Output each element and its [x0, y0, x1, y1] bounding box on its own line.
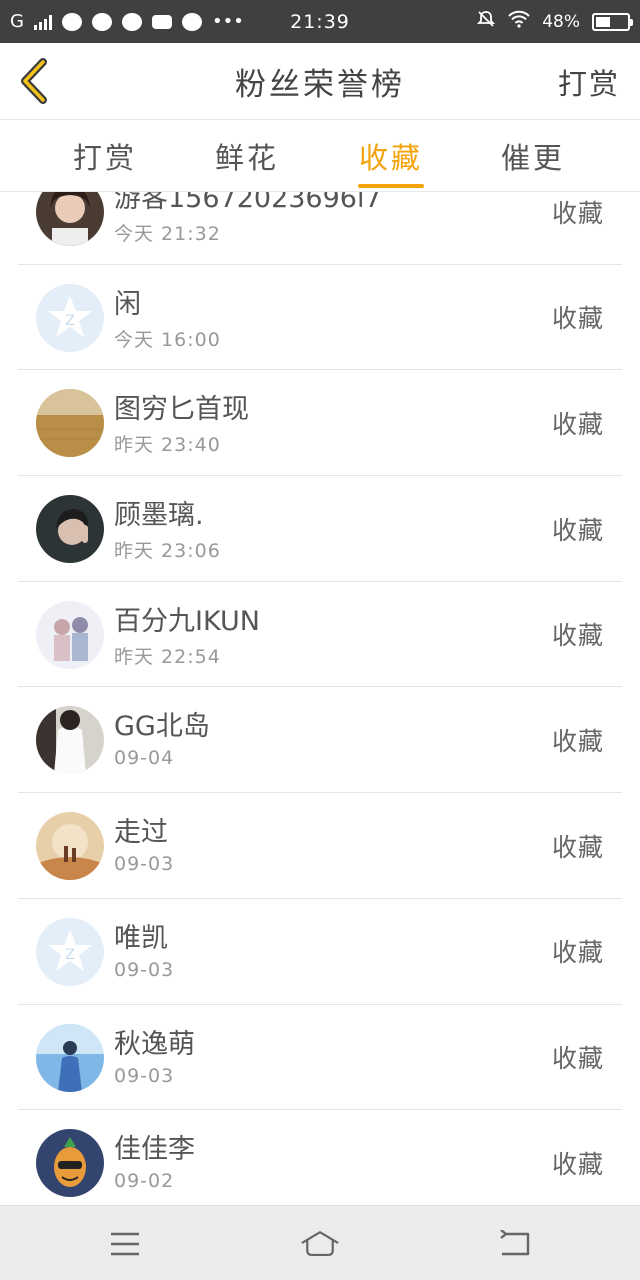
- return-icon: [500, 1230, 530, 1256]
- back-nav-button[interactable]: [495, 1224, 535, 1264]
- reward-button[interactable]: 打赏: [558, 43, 620, 120]
- user-name: 图穷匕首现: [114, 394, 249, 426]
- action-label: 收藏: [551, 1149, 604, 1179]
- battery-icon: [592, 12, 633, 31]
- action-label: 收藏: [551, 726, 604, 756]
- tab-bar: 打赏 鲜花 收藏 催更: [0, 120, 640, 192]
- avatar-image: Z: [36, 283, 104, 352]
- timestamp: 09-02: [114, 1170, 175, 1193]
- timestamp: 昨天 22:54: [114, 645, 221, 668]
- tab-flowers[interactable]: 鲜花: [192, 120, 302, 192]
- list-item[interactable]: Z 唯凯 09-03 收藏: [18, 899, 622, 1005]
- avatar-image: [36, 192, 104, 246]
- user-name: GG北岛: [114, 711, 210, 743]
- list-item[interactable]: GG北岛 09-04 收藏: [18, 687, 622, 794]
- timestamp: 昨天 23:06: [114, 540, 221, 563]
- avatar-image: [36, 1023, 104, 1092]
- tab-favorites[interactable]: 收藏: [336, 120, 446, 192]
- action-label: 收藏: [551, 198, 604, 228]
- avatar-image: [36, 495, 104, 564]
- fan-list[interactable]: 游客15672023696l7 今天 21:32 收藏 Z 闲今天 16:00 收藏 图穷匕…: [0, 192, 640, 1205]
- battery-percent: 48%: [542, 11, 580, 32]
- list-item[interactable]: 佳佳李 09-02 收藏: [18, 1110, 622, 1205]
- list-item[interactable]: 图穷匕首现昨天 23:40 收藏: [18, 370, 622, 477]
- user-name: 走过: [114, 817, 168, 849]
- wifi-icon: [508, 10, 530, 33]
- home-button[interactable]: [300, 1224, 340, 1264]
- svg-text:Z: Z: [65, 313, 75, 329]
- header: 粉丝荣誉榜 打赏: [0, 43, 640, 120]
- tab-label: 催更: [500, 141, 565, 175]
- user-name: 顾墨璃.: [114, 500, 204, 532]
- menu-button[interactable]: [105, 1224, 145, 1264]
- user-name: 佳佳李: [114, 1134, 195, 1166]
- timestamp: 今天 16:00: [114, 328, 221, 351]
- timestamp: 今天 21:32: [114, 223, 221, 245]
- avatar-image: [36, 1129, 104, 1198]
- action-label: 收藏: [551, 1044, 604, 1073]
- action-label: 收藏: [551, 621, 604, 651]
- action-label: 收藏: [551, 515, 604, 545]
- page-title: 粉丝荣誉榜: [235, 67, 405, 103]
- tab-reward[interactable]: 打赏: [50, 120, 160, 192]
- user-name: 唯凯: [114, 922, 168, 954]
- action-label: 收藏: [551, 832, 604, 862]
- home-icon: [301, 1231, 339, 1256]
- avatar[interactable]: [36, 495, 104, 564]
- avatar[interactable]: [36, 1129, 104, 1198]
- avatar[interactable]: [36, 192, 104, 246]
- mute-icon: [476, 9, 496, 34]
- avatar[interactable]: [36, 1023, 104, 1092]
- system-nav-bar: [0, 1205, 640, 1280]
- list-item[interactable]: Z 闲今天 16:00 收藏: [18, 265, 622, 371]
- action-label: 收藏: [551, 938, 604, 968]
- user-name: 游客15672023696l7: [114, 192, 382, 214]
- list-item[interactable]: 游客15672023696l7 今天 21:32 收藏: [18, 192, 622, 265]
- avatar[interactable]: Z: [36, 917, 104, 986]
- list-item[interactable]: 百分九IKUN 昨天 22:54 收藏: [18, 582, 622, 688]
- battery-fill: [596, 16, 611, 27]
- timestamp: 09-03: [114, 958, 175, 981]
- status-bar: G ••• 21:39 48%: [0, 0, 640, 43]
- list-item[interactable]: 秋逸萌 09-03 收藏: [18, 1005, 622, 1111]
- avatar[interactable]: [36, 600, 104, 669]
- timestamp: 昨天 23:40: [114, 434, 221, 457]
- tab-label: 收藏: [358, 141, 423, 175]
- action-label: 收藏: [551, 304, 604, 334]
- avatar[interactable]: [36, 389, 104, 458]
- action-label: 收藏: [551, 409, 604, 439]
- list-item[interactable]: 顾墨璃. 昨天 23:06 收藏: [18, 476, 622, 582]
- user-name: 百分九IKUN: [114, 605, 260, 637]
- user-name: 闲: [114, 288, 141, 320]
- tab-label: 打赏: [72, 141, 137, 175]
- tab-label: 鲜花: [214, 141, 279, 175]
- timestamp: 09-03: [114, 853, 175, 876]
- timestamp: 09-03: [114, 1064, 175, 1087]
- timestamp: 09-04: [114, 747, 175, 770]
- list-item[interactable]: 走过 09-03 收藏: [18, 793, 622, 899]
- avatar[interactable]: [36, 812, 104, 881]
- avatar-image: [36, 600, 104, 669]
- avatar[interactable]: [36, 706, 104, 775]
- avatar-image: Z: [36, 917, 104, 986]
- user-name: 秋逸萌: [114, 1028, 195, 1060]
- avatar[interactable]: Z: [36, 283, 104, 352]
- fan-list-rows: 游客15672023696l7 今天 21:32 收藏 Z 闲今天 16:00 收藏 图穷匕…: [0, 192, 640, 1205]
- status-bar-right: 48%: [476, 0, 633, 43]
- avatar-image: [36, 389, 104, 458]
- svg-text:Z: Z: [65, 947, 75, 963]
- avatar-image: [36, 812, 104, 881]
- menu-icon: [111, 1232, 139, 1256]
- avatar-image: [36, 706, 104, 775]
- tab-urge-update[interactable]: 催更: [478, 120, 588, 192]
- active-tab-indicator: [358, 184, 424, 188]
